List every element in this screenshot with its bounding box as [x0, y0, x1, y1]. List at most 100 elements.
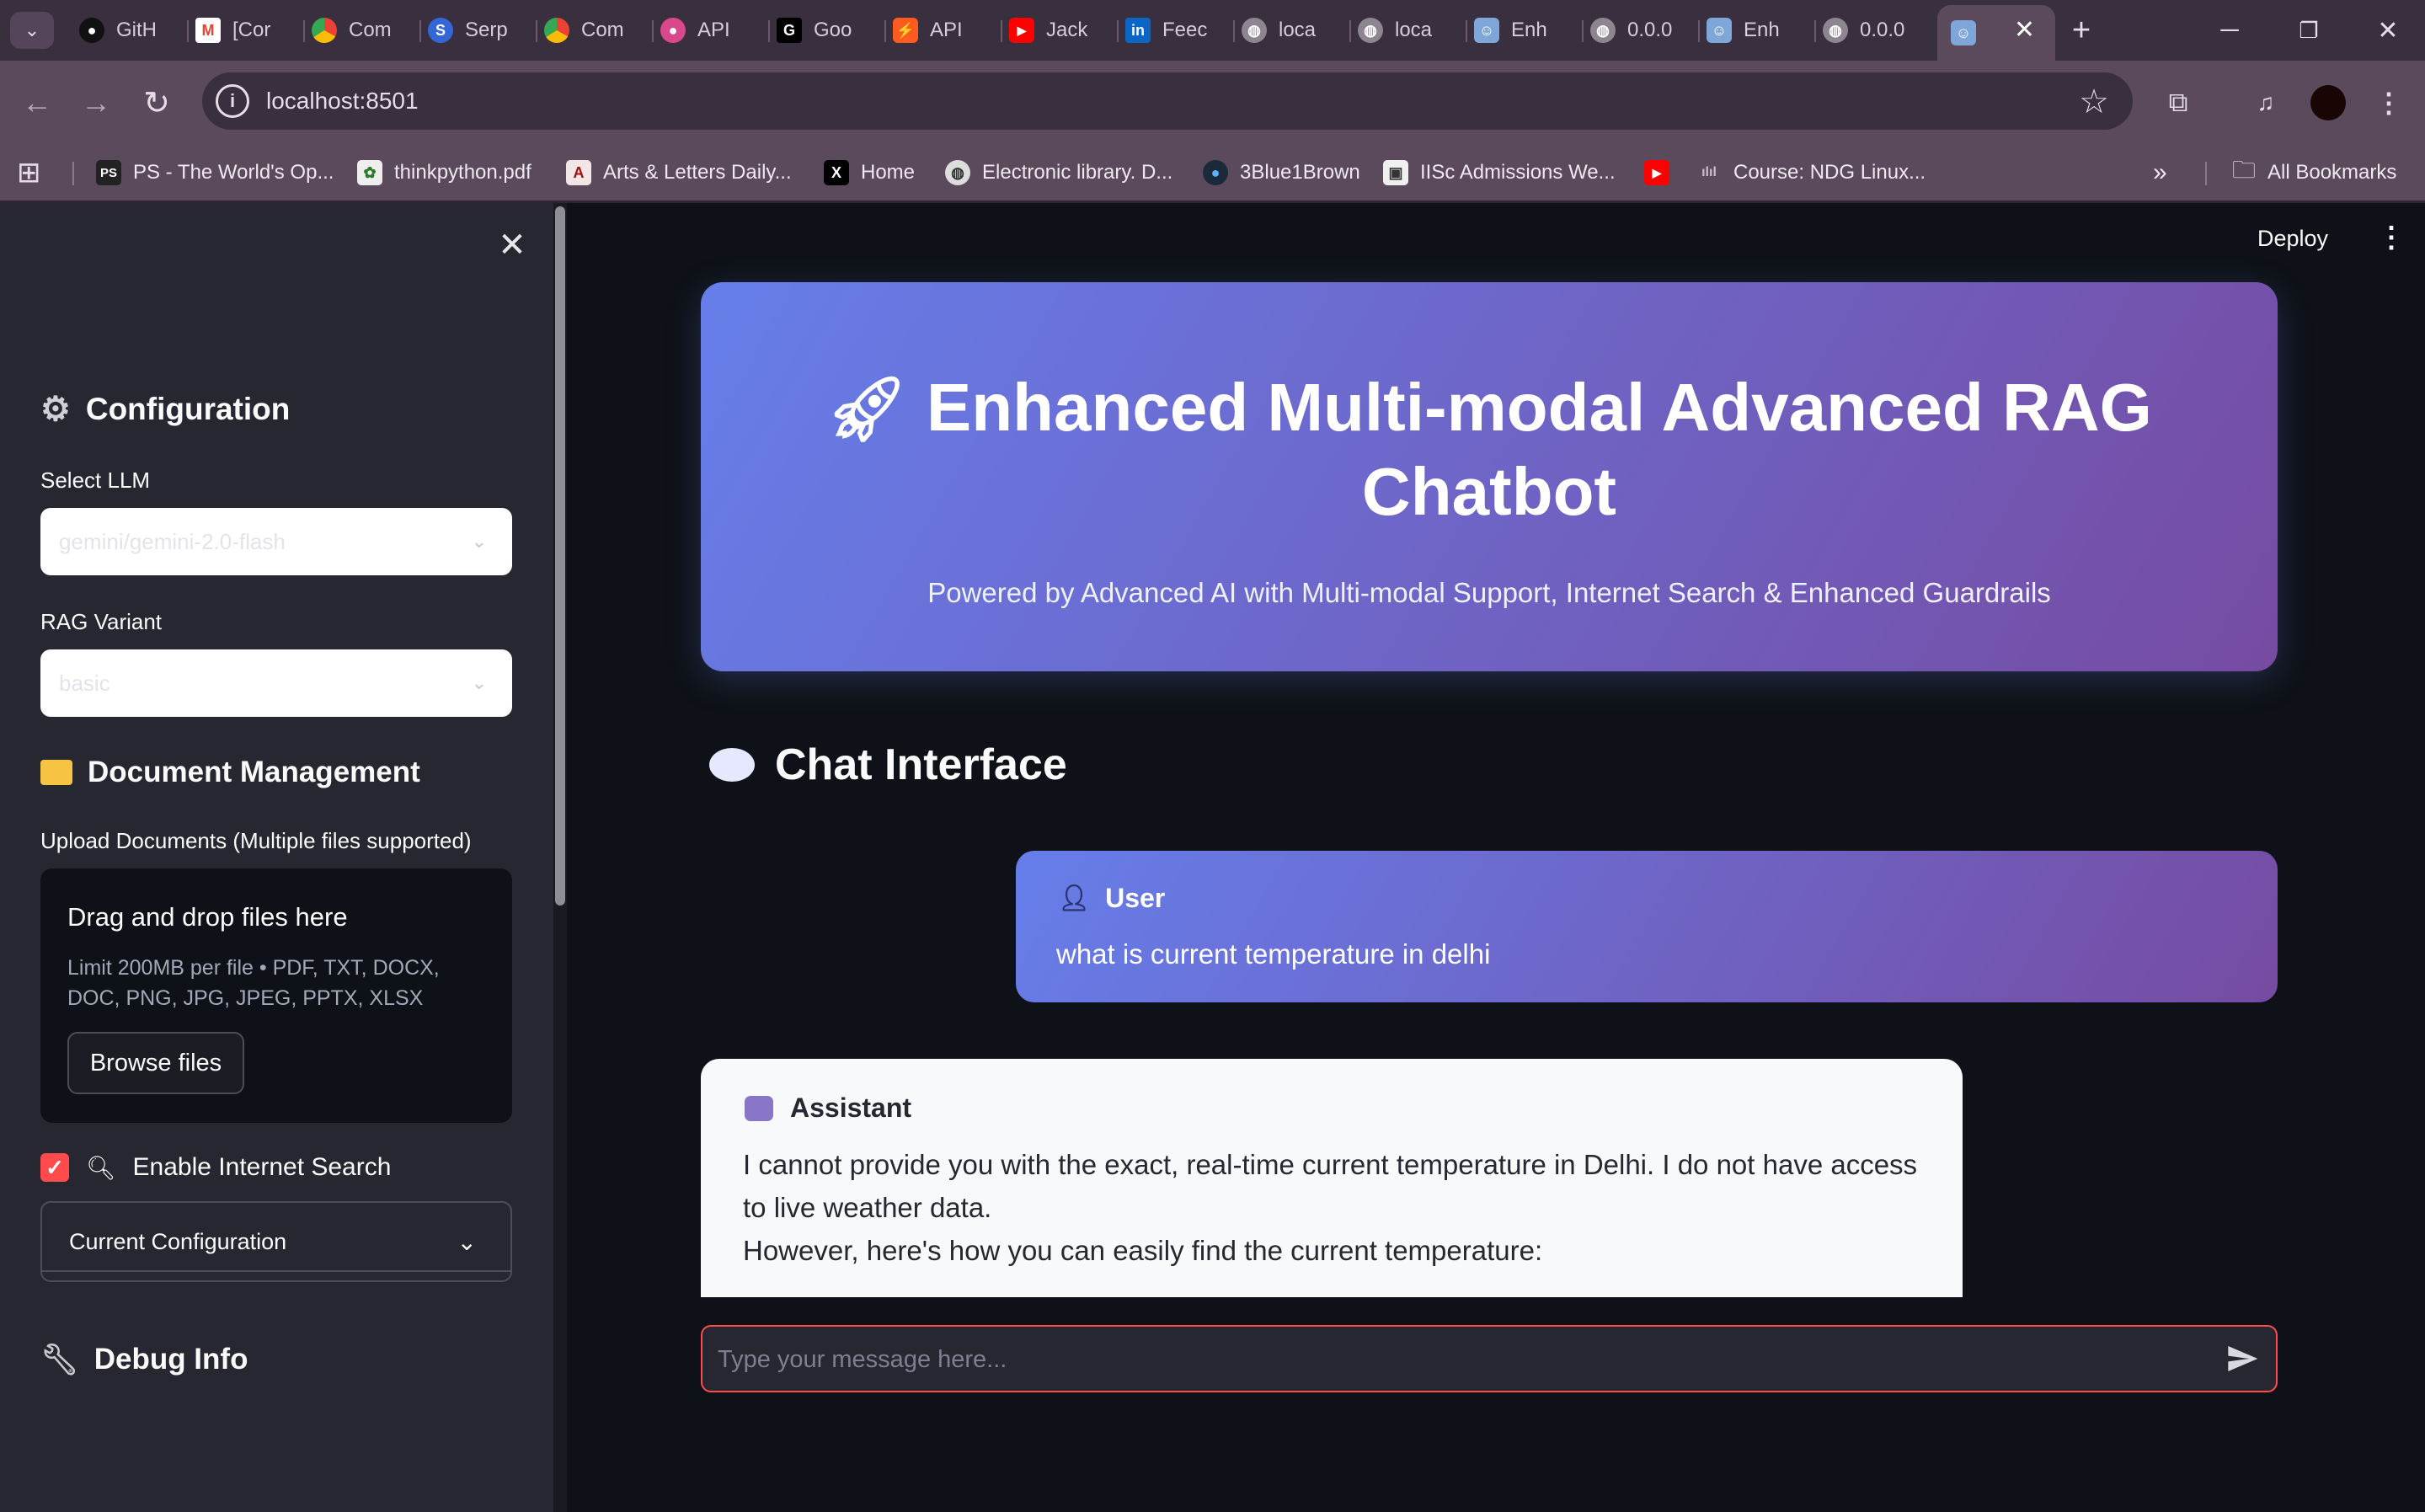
user-message: 👤︎ User what is current temperature in d…	[1016, 851, 2278, 1002]
bookmark-star-icon[interactable]: ☆	[2079, 83, 2109, 121]
tab-title: GitH	[116, 19, 157, 41]
sidebar: ✕ ⚙ Configuration Select LLM gemini/gemi…	[0, 203, 556, 1512]
tab-title: loca	[1279, 19, 1317, 41]
media-controls-icon[interactable]: ♫	[2242, 79, 2289, 126]
page-subtitle: Powered by Advanced AI with Multi-modal …	[927, 577, 2051, 608]
tab-title: 0.0.0	[1627, 19, 1673, 41]
all-bookmarks-button[interactable]: 🗀 All Bookmarks	[2232, 155, 2396, 190]
main-menu-icon[interactable]: ⋮	[2377, 221, 2406, 254]
tab-title: API	[697, 19, 730, 41]
youtube-icon: ▶	[1644, 160, 1669, 185]
browser-tab[interactable]: S Serp	[419, 7, 537, 54]
bookmark-item[interactable]: A Arts & Letters Daily...	[566, 155, 792, 190]
robot-icon	[745, 1095, 773, 1121]
bookmark-item[interactable]: ▣ IISc Admissions We...	[1383, 155, 1616, 190]
globe-icon: ◍	[945, 160, 970, 185]
minimize-button[interactable]: ─	[2200, 8, 2259, 52]
browser-tab[interactable]: Com	[536, 7, 654, 54]
rag-variant-value: basic	[59, 670, 110, 696]
bookmark-item[interactable]: ▶	[1644, 155, 1681, 190]
browser-tab[interactable]: M [Cor	[187, 7, 305, 54]
send-icon[interactable]	[2224, 1342, 2261, 1376]
browser-tab[interactable]: in Feec	[1117, 7, 1235, 54]
browser-tab-active[interactable]: ☺ ✕	[1937, 5, 2055, 61]
url-text[interactable]: localhost:8501	[266, 88, 419, 115]
browser-tab[interactable]: ● API	[652, 7, 770, 54]
extensions-icon[interactable]: ⧉	[2155, 79, 2202, 126]
gear-icon: ⚙	[40, 391, 71, 428]
arts-icon: A	[566, 160, 591, 185]
expander-label: Current Configuration	[69, 1228, 287, 1254]
browser-tab[interactable]: ◍ 0.0.0	[1814, 7, 1932, 54]
sidebar-scroll-thumb[interactable]	[555, 206, 565, 906]
browser-tab[interactable]: G Goo	[768, 7, 886, 54]
tab-title: Jack	[1046, 19, 1088, 41]
browser-tab[interactable]: ● GitH	[71, 7, 189, 54]
close-window-button[interactable]: ✕	[2358, 8, 2417, 52]
reload-button[interactable]: ↻	[136, 83, 177, 123]
bookmark-label: Course: NDG Linux...	[1733, 161, 1926, 184]
chrome-icon	[544, 18, 569, 43]
browser-tab[interactable]: ☺ Enh	[1466, 7, 1584, 54]
browser-tab[interactable]: ☺ Enh	[1698, 7, 1816, 54]
bookmark-label: Electronic library. D...	[982, 161, 1173, 184]
bookmark-label: thinkpython.pdf	[394, 161, 531, 184]
wrench-icon: 🔧︎	[40, 1342, 79, 1376]
linkedin-icon: in	[1125, 18, 1151, 43]
rag-variant-select[interactable]: basic ⌄	[40, 649, 512, 717]
browse-files-button[interactable]: Browse files	[67, 1032, 244, 1094]
tab-title: 0.0.0	[1860, 19, 1905, 41]
browser-menu-icon[interactable]: ⋮	[2365, 79, 2412, 126]
tab-title: Com	[581, 19, 624, 41]
tab-title: [Cor	[232, 19, 271, 41]
bookmark-item[interactable]: ✿ thinkpython.pdf	[357, 155, 531, 190]
dropzone-title: Drag and drop files here	[67, 902, 348, 932]
browser-tab[interactable]: ◍ 0.0.0	[1582, 7, 1700, 54]
browser-tab[interactable]: ◍ loca	[1233, 7, 1351, 54]
llm-select-value: gemini/gemini-2.0-flash	[59, 528, 286, 554]
address-bar[interactable]: i localhost:8501 ☆	[202, 72, 2133, 130]
profile-avatar[interactable]	[2305, 79, 2352, 126]
assistant-message-text: I cannot provide you with the exact, rea…	[743, 1143, 1922, 1272]
page-title: 🚀︎ Enhanced Multi-modal Advanced RAG Cha…	[826, 370, 2152, 529]
tab-search-button[interactable]: ⌄	[10, 12, 54, 49]
browser-tab[interactable]: ⚡ API	[884, 7, 1002, 54]
bookmark-label: Arts & Letters Daily...	[603, 161, 792, 184]
rag-variant-label: RAG Variant	[40, 609, 163, 634]
apps-grid-icon[interactable]: ⊞	[17, 155, 41, 190]
new-tab-button[interactable]: +	[2052, 8, 2111, 52]
file-dropzone[interactable]: Drag and drop files here Limit 200MB per…	[40, 868, 512, 1123]
bookmark-item[interactable]: ● 3Blue1Brown	[1203, 155, 1360, 190]
debug-info-heading: 🔧︎ Debug Info	[40, 1342, 248, 1376]
bookmark-item[interactable]: ◍ Electronic library. D...	[945, 155, 1172, 190]
browser-tab[interactable]: ▶ Jack	[1001, 7, 1119, 54]
api-icon: ●	[660, 18, 686, 43]
forward-button[interactable]: →	[76, 83, 116, 123]
current-configuration-expander[interactable]: Current Configuration ⌄	[40, 1201, 512, 1282]
back-button[interactable]: ←	[17, 83, 57, 123]
restore-button[interactable]: ❐	[2279, 8, 2338, 52]
bookmark-item[interactable]: ılıl Course: NDG Linux...	[1696, 155, 1926, 190]
assistant-line: I cannot provide you with the exact, rea…	[743, 1149, 1918, 1223]
site-info-icon[interactable]: i	[216, 84, 249, 118]
more-bookmarks-icon[interactable]: »	[2153, 155, 2167, 190]
tab-title: loca	[1395, 19, 1433, 41]
browser-tab[interactable]: Com	[303, 7, 421, 54]
dropzone-limits: Limit 200MB per file • PDF, TXT, DOCX, D…	[67, 956, 440, 1010]
close-tab-icon[interactable]: ✕	[2014, 15, 2035, 45]
llm-select[interactable]: gemini/gemini-2.0-flash ⌄	[40, 508, 512, 575]
bookmark-item[interactable]: X Home	[824, 155, 915, 190]
chevron-down-icon: ⌄	[471, 531, 487, 552]
serp-icon: S	[428, 18, 453, 43]
internet-search-checkbox[interactable]: ✓	[40, 1153, 69, 1182]
folder-icon	[40, 760, 72, 785]
x-icon: X	[824, 160, 849, 185]
all-bookmarks-label: All Bookmarks	[2267, 161, 2397, 184]
browser-tab[interactable]: ◍ loca	[1349, 7, 1467, 54]
close-sidebar-icon[interactable]: ✕	[495, 227, 529, 264]
bookmark-item[interactable]: PS PS - The World's Op...	[96, 155, 334, 190]
deploy-button[interactable]: Deploy	[2257, 226, 2328, 252]
internet-search-toggle[interactable]: ✓ 🔍︎ Enable Internet Search	[40, 1153, 391, 1182]
select-llm-label: Select LLM	[40, 467, 151, 493]
chat-input[interactable]	[716, 1327, 2202, 1392]
